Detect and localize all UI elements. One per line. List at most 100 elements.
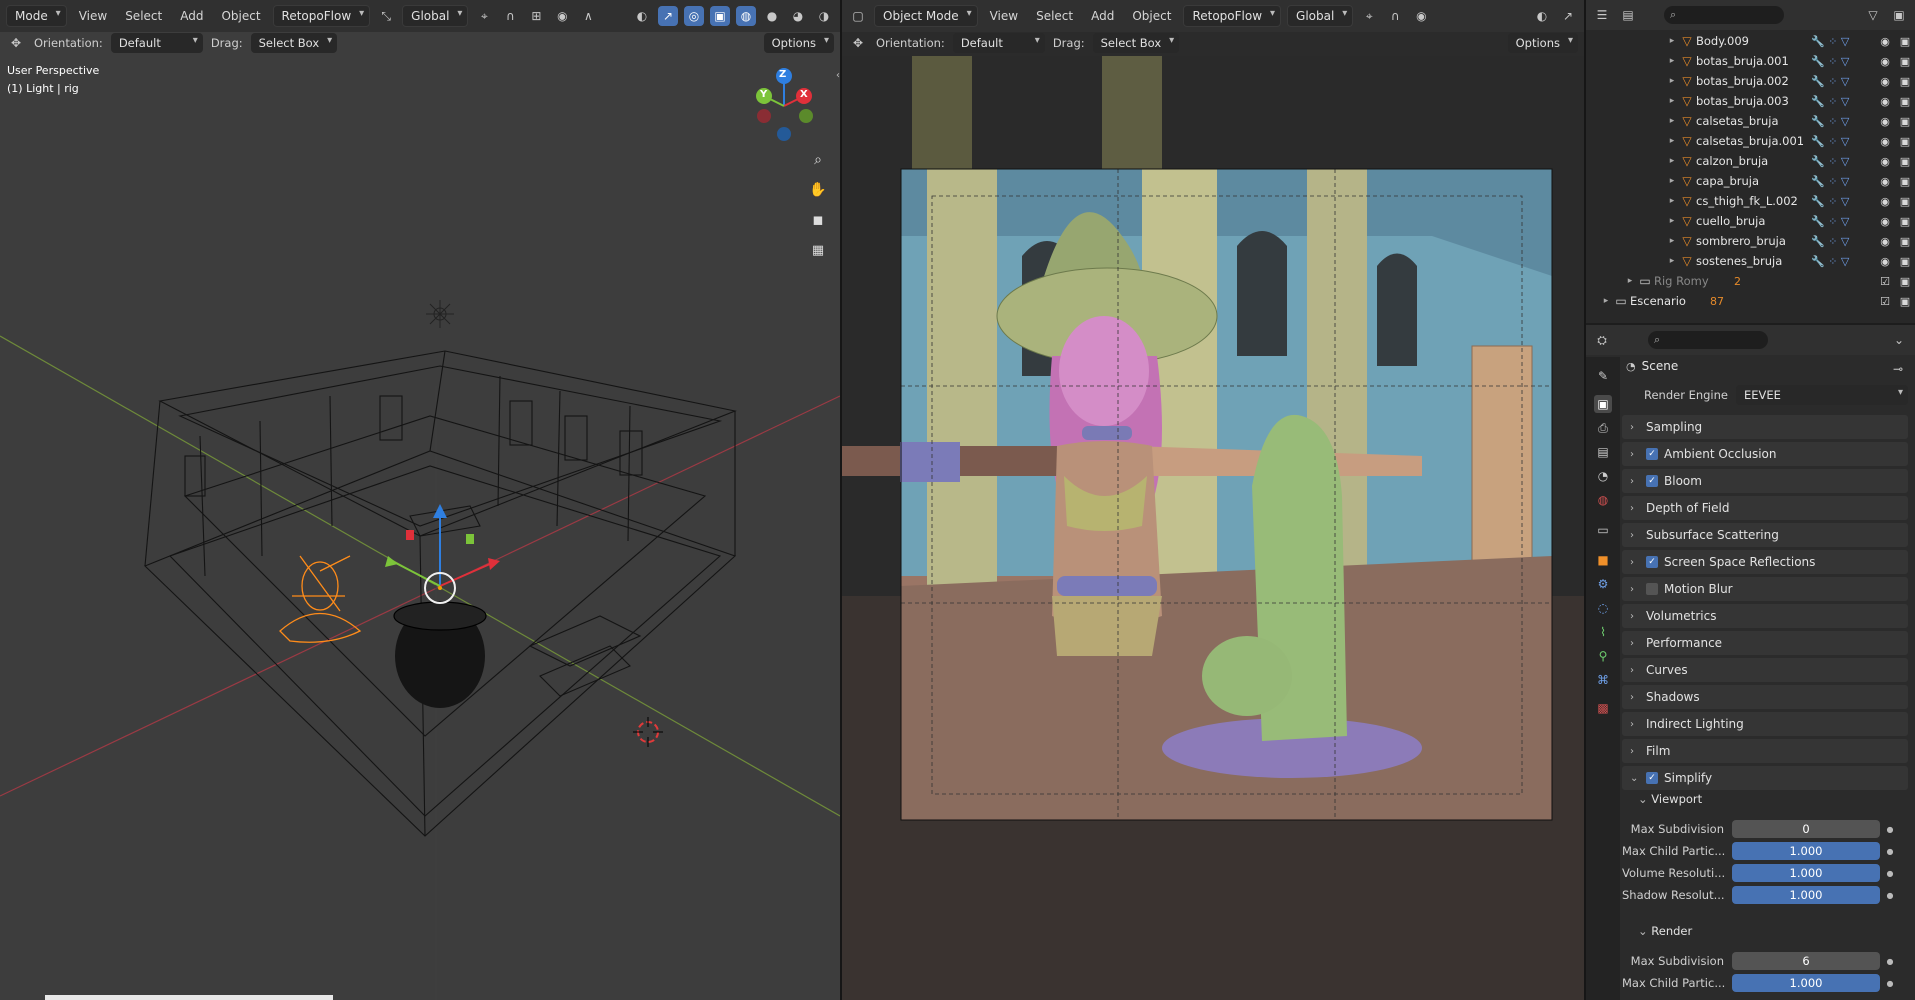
orientation-dropdown-right[interactable]: Default bbox=[952, 33, 1045, 53]
menu-object-right[interactable]: Object bbox=[1126, 6, 1177, 26]
outliner-item-name[interactable]: capa_bruja bbox=[1696, 174, 1811, 188]
particles-tab-icon[interactable]: ◌ bbox=[1594, 599, 1612, 617]
outliner-item-name[interactable]: calsetas_bruja bbox=[1696, 114, 1811, 128]
expand-arrow-icon[interactable]: ▸ bbox=[1666, 56, 1678, 66]
panel-header[interactable]: › Motion Blur bbox=[1622, 577, 1908, 601]
world-tab-icon[interactable]: ◍ bbox=[1594, 491, 1612, 509]
collection-name[interactable]: Escenario bbox=[1630, 294, 1710, 308]
panel-header[interactable]: › ✓ Screen Space Reflections bbox=[1622, 550, 1908, 574]
eye-icon[interactable]: ◉ bbox=[1875, 155, 1895, 168]
eye-icon[interactable]: ◉ bbox=[1875, 55, 1895, 68]
number-field[interactable]: 1.000 bbox=[1732, 864, 1880, 882]
panel-header[interactable]: › Volumetrics bbox=[1622, 604, 1908, 628]
filter-icon[interactable]: ▽ bbox=[1863, 5, 1883, 25]
gizmo-toggle-icon[interactable]: ↗ bbox=[658, 6, 678, 26]
display-mode-icon[interactable]: ▤ bbox=[1618, 5, 1638, 25]
view-layer-tab-icon[interactable]: ▤ bbox=[1594, 443, 1612, 461]
outliner-row[interactable]: ▸ ▽ sostenes_bruja 🔧 ⁘ ▽ ◉ ▣ bbox=[1586, 251, 1915, 271]
panel-header[interactable]: › Shadows bbox=[1622, 685, 1908, 709]
menu-add-right[interactable]: Add bbox=[1085, 6, 1120, 26]
constraints-tab-icon[interactable]: ⌘ bbox=[1594, 671, 1612, 689]
camera-render-icon[interactable]: ▣ bbox=[1895, 195, 1915, 208]
expand-arrow-icon[interactable]: ▸ bbox=[1666, 76, 1678, 86]
number-field[interactable]: 1.000 bbox=[1732, 974, 1880, 992]
menu-select[interactable]: Select bbox=[119, 6, 168, 26]
expand-arrow-icon[interactable]: ▸ bbox=[1600, 296, 1612, 306]
expand-arrow-icon[interactable]: ▸ bbox=[1666, 136, 1678, 146]
panel-header[interactable]: › ✓ Bloom bbox=[1622, 469, 1908, 493]
expand-arrow-icon[interactable]: ▸ bbox=[1666, 216, 1678, 226]
outliner-collection-row[interactable]: ▸ ▭ Rig Romy 2 ☑ ▣ bbox=[1586, 271, 1915, 291]
gizmo-toggle-icon-right[interactable]: ↗ bbox=[1558, 6, 1578, 26]
keyframe-dot-icon[interactable]: ● bbox=[1880, 957, 1900, 966]
render-subpanel-header[interactable]: ⌄ Render bbox=[1638, 924, 1692, 938]
panel-header[interactable]: › Curves bbox=[1622, 658, 1908, 682]
camera-render-icon[interactable]: ▣ bbox=[1895, 155, 1915, 168]
expand-arrow-icon[interactable]: ▸ bbox=[1666, 196, 1678, 206]
overlays-toggle-icon[interactable]: ◎ bbox=[684, 6, 704, 26]
checkbox-icon[interactable]: ☑ bbox=[1875, 275, 1895, 288]
expand-arrow-icon[interactable]: ▸ bbox=[1666, 116, 1678, 126]
outliner-row[interactable]: ▸ ▽ Body.009 🔧 ⁘ ▽ ◉ ▣ bbox=[1586, 31, 1915, 51]
checkbox-icon[interactable]: ☑ bbox=[1875, 295, 1895, 308]
shading-rendered-icon[interactable]: ◑ bbox=[814, 6, 834, 26]
camera-render-icon[interactable]: ▣ bbox=[1895, 175, 1915, 188]
outliner-item-name[interactable]: sombrero_bruja bbox=[1696, 234, 1811, 248]
properties-search-input[interactable]: ⌕ bbox=[1648, 331, 1768, 349]
editor-type-icon[interactable]: ▢ bbox=[848, 6, 868, 26]
outliner-row[interactable]: ▸ ▽ sombrero_bruja 🔧 ⁘ ▽ ◉ ▣ bbox=[1586, 231, 1915, 251]
eye-icon[interactable]: ◉ bbox=[1875, 175, 1895, 188]
snap-icon-right[interactable]: ∩ bbox=[1385, 6, 1405, 26]
simplify-checkbox[interactable]: ✓ bbox=[1646, 772, 1658, 784]
expand-arrow-icon[interactable]: ▸ bbox=[1666, 236, 1678, 246]
orientation-dropdown[interactable]: Default bbox=[110, 33, 203, 53]
scene-tab-icon[interactable]: ◔ bbox=[1594, 467, 1612, 485]
simplify-panel-header[interactable]: ⌄ ✓ Simplify bbox=[1622, 766, 1908, 790]
properties-editor-type-icon[interactable]: ⛭ bbox=[1592, 330, 1612, 350]
eye-icon[interactable]: ◉ bbox=[1875, 75, 1895, 88]
render-tab-icon[interactable]: ▣ bbox=[1594, 395, 1612, 413]
outliner-item-name[interactable]: calsetas_bruja.001 bbox=[1696, 134, 1811, 148]
menu-view[interactable]: View bbox=[73, 6, 113, 26]
camera-render-icon[interactable]: ▣ bbox=[1895, 55, 1915, 68]
keyframe-dot-icon[interactable]: ● bbox=[1880, 825, 1900, 834]
panel-header[interactable]: › ✓ Ambient Occlusion bbox=[1622, 442, 1908, 466]
object-tab-icon[interactable]: ■ bbox=[1594, 551, 1612, 569]
outliner-row[interactable]: ▸ ▽ cs_thigh_fk_L.002 🔧 ⁘ ▽ ◉ ▣ bbox=[1586, 191, 1915, 211]
horizontal-scrollbar[interactable] bbox=[45, 995, 333, 1000]
number-field[interactable]: 0 bbox=[1732, 820, 1880, 838]
camera-render-icon[interactable]: ▣ bbox=[1895, 135, 1915, 148]
pivot-icon-right[interactable]: ⌖ bbox=[1359, 6, 1379, 26]
collection-tab-icon[interactable]: ▭ bbox=[1594, 521, 1612, 539]
keyframe-dot-icon[interactable]: ● bbox=[1880, 891, 1900, 900]
eye-icon[interactable]: ◉ bbox=[1875, 115, 1895, 128]
panel-header[interactable]: › Indirect Lighting bbox=[1622, 712, 1908, 736]
outliner-item-name[interactable]: calzon_bruja bbox=[1696, 154, 1811, 168]
menu-select-right[interactable]: Select bbox=[1030, 6, 1079, 26]
expand-arrow-icon[interactable]: ▸ bbox=[1666, 96, 1678, 106]
expand-arrow-icon[interactable]: ▸ bbox=[1666, 36, 1678, 46]
viewport-left[interactable]: Mode View Select Add Object RetopoFlow ⤡… bbox=[0, 0, 840, 1000]
modifiers-tab-icon[interactable]: ⚙ bbox=[1594, 575, 1612, 593]
options-chevron-icon[interactable]: ⌄ bbox=[1889, 330, 1909, 350]
outliner-item-name[interactable]: botas_bruja.001 bbox=[1696, 54, 1811, 68]
pan-hand-icon[interactable]: ✋ bbox=[808, 180, 828, 200]
panel-header[interactable]: › Depth of Field bbox=[1622, 496, 1908, 520]
mode-dropdown[interactable]: Mode bbox=[6, 5, 67, 27]
snap-target-icon[interactable]: ⊞ bbox=[526, 6, 546, 26]
render-engine-dropdown[interactable]: EEVEE bbox=[1736, 385, 1908, 405]
proportional-edit-icon[interactable]: ◉ bbox=[552, 6, 572, 26]
transform-orientation-dropdown-right[interactable]: Global bbox=[1287, 5, 1354, 27]
camera-render-icon[interactable]: ▣ bbox=[1895, 295, 1915, 308]
navigation-gizmo[interactable]: Z X Y bbox=[754, 68, 814, 144]
camera-render-icon[interactable]: ▣ bbox=[1895, 95, 1915, 108]
drag-dropdown[interactable]: Select Box bbox=[250, 33, 338, 53]
outliner-row[interactable]: ▸ ▽ calsetas_bruja.001 🔧 ⁘ ▽ ◉ ▣ bbox=[1586, 131, 1915, 151]
camera-render-icon[interactable]: ▣ bbox=[1895, 235, 1915, 248]
camera-render-icon[interactable]: ▣ bbox=[1895, 75, 1915, 88]
eye-icon[interactable]: ◉ bbox=[1875, 255, 1895, 268]
panel-checkbox[interactable] bbox=[1646, 583, 1658, 595]
keyframe-dot-icon[interactable]: ● bbox=[1880, 869, 1900, 878]
panel-checkbox[interactable]: ✓ bbox=[1646, 448, 1658, 460]
outliner-row[interactable]: ▸ ▽ capa_bruja 🔧 ⁘ ▽ ◉ ▣ bbox=[1586, 171, 1915, 191]
